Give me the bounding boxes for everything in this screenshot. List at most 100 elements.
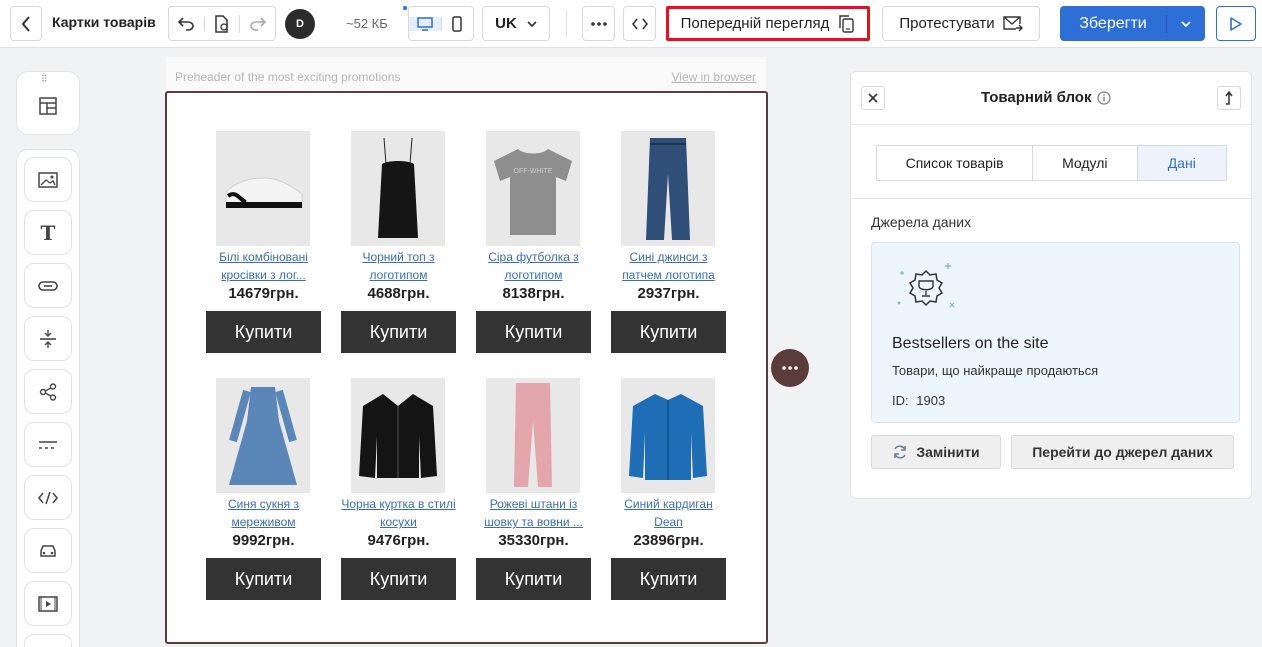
- refresh-icon: [894, 445, 907, 459]
- cardigan-image: [629, 393, 707, 480]
- product-image[interactable]: [351, 131, 445, 246]
- product-name-link[interactable]: Сіра футболка з логотипом: [476, 248, 591, 284]
- undo-button[interactable]: [169, 16, 205, 31]
- spacer-block-tool[interactable]: [24, 316, 72, 361]
- history-file-button[interactable]: [205, 14, 241, 33]
- product-image[interactable]: [216, 378, 310, 493]
- back-button[interactable]: [10, 6, 42, 41]
- more-options-button[interactable]: [582, 6, 615, 41]
- divider-icon: [39, 440, 57, 449]
- notification-dot: [403, 6, 407, 10]
- video-block-tool[interactable]: [24, 581, 72, 626]
- buy-button[interactable]: Купити: [206, 311, 321, 353]
- play-icon: [1230, 16, 1242, 31]
- buy-button[interactable]: Купити: [611, 311, 726, 353]
- data-source-id: ID: 1903: [892, 393, 945, 408]
- text-block-tool[interactable]: T: [24, 210, 72, 255]
- product-price: 8138грн.: [502, 285, 565, 302]
- chevron-down-icon: [527, 20, 537, 27]
- tab-modules[interactable]: Модулі: [1033, 146, 1138, 180]
- product-image[interactable]: [486, 378, 580, 493]
- more-blocks-tool[interactable]: [24, 634, 72, 647]
- redo-button[interactable]: [240, 16, 275, 31]
- product-block-canvas[interactable]: Білі комбіновані кросівки з лог... 14679…: [165, 91, 768, 644]
- preview-button[interactable]: Попередній перегляд: [666, 6, 870, 41]
- redo-icon: [249, 16, 266, 31]
- panel-header: Товарний блок: [851, 72, 1251, 125]
- product-name-link[interactable]: Чорна куртка в стилі косухи: [341, 495, 456, 531]
- go-to-data-sources-button[interactable]: Перейти до джерел даних: [1011, 435, 1234, 469]
- save-options-button[interactable]: [1167, 20, 1205, 27]
- top-bar: Картки товарів D ~52 КБ UK Попередній пе…: [0, 0, 1262, 48]
- html-code-icon: [38, 491, 58, 504]
- html-block-tool[interactable]: [24, 475, 72, 520]
- structure-tool[interactable]: ⠿: [16, 71, 80, 135]
- product-image[interactable]: [621, 378, 715, 493]
- svg-text:OFF-WHITE: OFF-WHITE: [514, 168, 553, 175]
- product-name-link[interactable]: Чорний топ з логотипом: [341, 248, 456, 284]
- product-price: 4688грн.: [367, 285, 430, 302]
- spacer-icon: [40, 329, 56, 348]
- close-panel-button[interactable]: [861, 86, 885, 110]
- buy-button[interactable]: Купити: [611, 558, 726, 600]
- preheader-text[interactable]: Preheader of the most exciting promotion…: [175, 70, 400, 84]
- toolbar-divider: [566, 10, 567, 37]
- more-horizontal-icon: [590, 21, 607, 26]
- view-in-browser-link[interactable]: View in browser: [672, 70, 756, 84]
- button-block-tool[interactable]: [24, 263, 72, 308]
- product-image[interactable]: OFF-WHITE: [486, 131, 580, 246]
- data-source-card[interactable]: Bestsellers on the site Товари, що найкр…: [871, 242, 1240, 423]
- desktop-view-button[interactable]: [409, 16, 442, 31]
- trophy-badge-icon: [897, 263, 955, 308]
- product-price: 9992грн.: [232, 532, 295, 549]
- avatar[interactable]: D: [285, 9, 315, 39]
- test-button[interactable]: Протестувати: [882, 6, 1040, 41]
- product-name-link[interactable]: Сині джинси з патчем логотипа: [611, 248, 726, 284]
- tab-product-list[interactable]: Список товарів: [877, 146, 1034, 180]
- button-icon: [38, 280, 58, 291]
- buy-button[interactable]: Купити: [476, 558, 591, 600]
- history-group: [168, 6, 276, 41]
- sneaker-image: [225, 176, 303, 208]
- arrow-up-icon: [1225, 91, 1233, 105]
- save-button[interactable]: Зберегти: [1060, 14, 1167, 33]
- go-to-parent-button[interactable]: [1217, 86, 1241, 110]
- more-horizontal-icon: [782, 366, 798, 370]
- product-name-link[interactable]: Білі комбіновані кросівки з лог...: [206, 248, 321, 284]
- product-price: 2937грн.: [637, 285, 700, 302]
- buy-button[interactable]: Купити: [341, 311, 456, 353]
- product-block-tool[interactable]: [24, 528, 72, 573]
- preheader: Preheader of the most exciting promotion…: [166, 57, 766, 91]
- buy-button[interactable]: Купити: [476, 311, 591, 353]
- buy-button[interactable]: Купити: [206, 558, 321, 600]
- chevron-down-icon: [1181, 20, 1191, 27]
- drag-handle-icon[interactable]: ⠿: [41, 75, 49, 84]
- social-block-tool[interactable]: [24, 369, 72, 414]
- video-icon: [38, 595, 58, 612]
- data-source-title: Bestsellers on the site: [892, 335, 1049, 352]
- language-value: UK: [495, 15, 517, 32]
- product-name-link[interactable]: Синя сукня з мереживом: [206, 495, 321, 531]
- product-image[interactable]: [216, 131, 310, 246]
- tab-data[interactable]: Дані: [1137, 146, 1226, 180]
- info-icon[interactable]: [1097, 90, 1112, 105]
- divider-block-tool[interactable]: [24, 422, 72, 467]
- product-price: 9476грн.: [367, 532, 430, 549]
- car-icon: [40, 544, 56, 557]
- run-button[interactable]: [1216, 6, 1256, 41]
- product-name-link[interactable]: Рожеві штани із шовку та вовни ...: [476, 495, 591, 531]
- language-select[interactable]: UK: [482, 6, 550, 41]
- file-history-icon: [215, 14, 228, 33]
- buy-button[interactable]: Купити: [341, 558, 456, 600]
- replace-source-button[interactable]: Замінити: [871, 435, 1001, 469]
- code-icon: [631, 18, 648, 29]
- product-image[interactable]: [351, 378, 445, 493]
- block-actions-button[interactable]: [771, 349, 809, 387]
- mobile-view-button[interactable]: [442, 15, 474, 32]
- product-name-link[interactable]: Синий кардиган Dean: [611, 495, 726, 531]
- panel-tabs: Список товарів Модулі Дані: [876, 145, 1227, 181]
- product-image[interactable]: [621, 131, 715, 246]
- code-view-button[interactable]: [623, 6, 656, 41]
- image-block-tool[interactable]: [24, 157, 72, 202]
- page-title: Картки товарів: [52, 14, 156, 30]
